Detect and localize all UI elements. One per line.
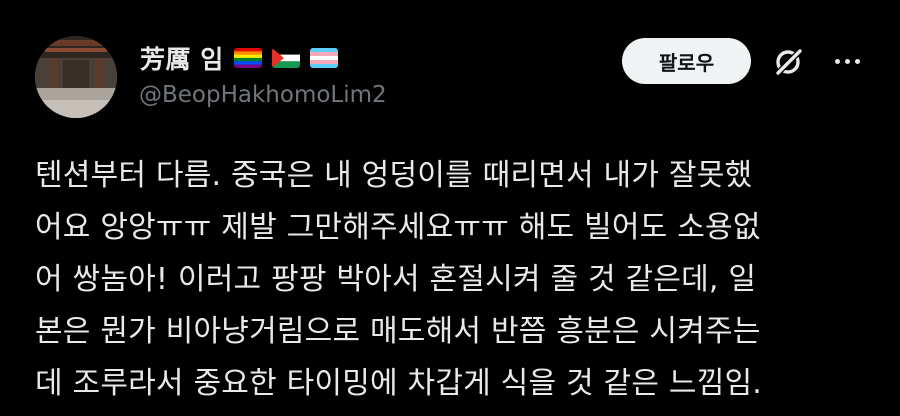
display-name[interactable]: 芳厲 임 [140, 40, 224, 76]
more-dot [834, 58, 840, 64]
avatar[interactable] [35, 36, 117, 118]
tweet-text: 텐션부터 다름. 중국은 내 엉덩이를 때리면서 내가 잘못했 어요 앙앙ㅠㅠ … [35, 150, 885, 410]
avatar-image [35, 36, 117, 118]
tweet-text-line: 텐션부터 다름. 중국은 내 엉덩이를 때리면서 내가 잘못했 [35, 158, 753, 193]
grok-icon[interactable] [772, 44, 806, 78]
follow-button[interactable]: 팔로우 [622, 38, 751, 84]
more-options-icon[interactable] [830, 48, 864, 74]
tweet-text-line: 어 쌍놈아! 이러고 팡팡 박아서 혼절시켜 줄 것 같은데, 일 [35, 262, 757, 297]
more-dot [854, 58, 860, 64]
tweet-text-line: 어요 앙앙ㅠㅠ 제발 그만해주세요ㅠㅠ 해도 빌어도 소용없 [35, 210, 761, 245]
more-dot [844, 58, 850, 64]
tweet-text-line: 데 조루라서 중요한 타이밍에 차갑게 식을 것 같은 느낌임. [35, 366, 763, 401]
palestine-flag-icon [271, 48, 300, 68]
transgender-flag-icon [309, 48, 338, 68]
author-handle[interactable]: @BeopHakhomoLim2 [139, 82, 387, 108]
rainbow-flag-icon [233, 48, 262, 68]
author-name-row: 芳厲 임 [140, 40, 338, 76]
tweet-text-line: 본은 뭔가 비아냥거림으로 매도해서 반쯤 흥분은 시켜주는 [35, 314, 761, 349]
